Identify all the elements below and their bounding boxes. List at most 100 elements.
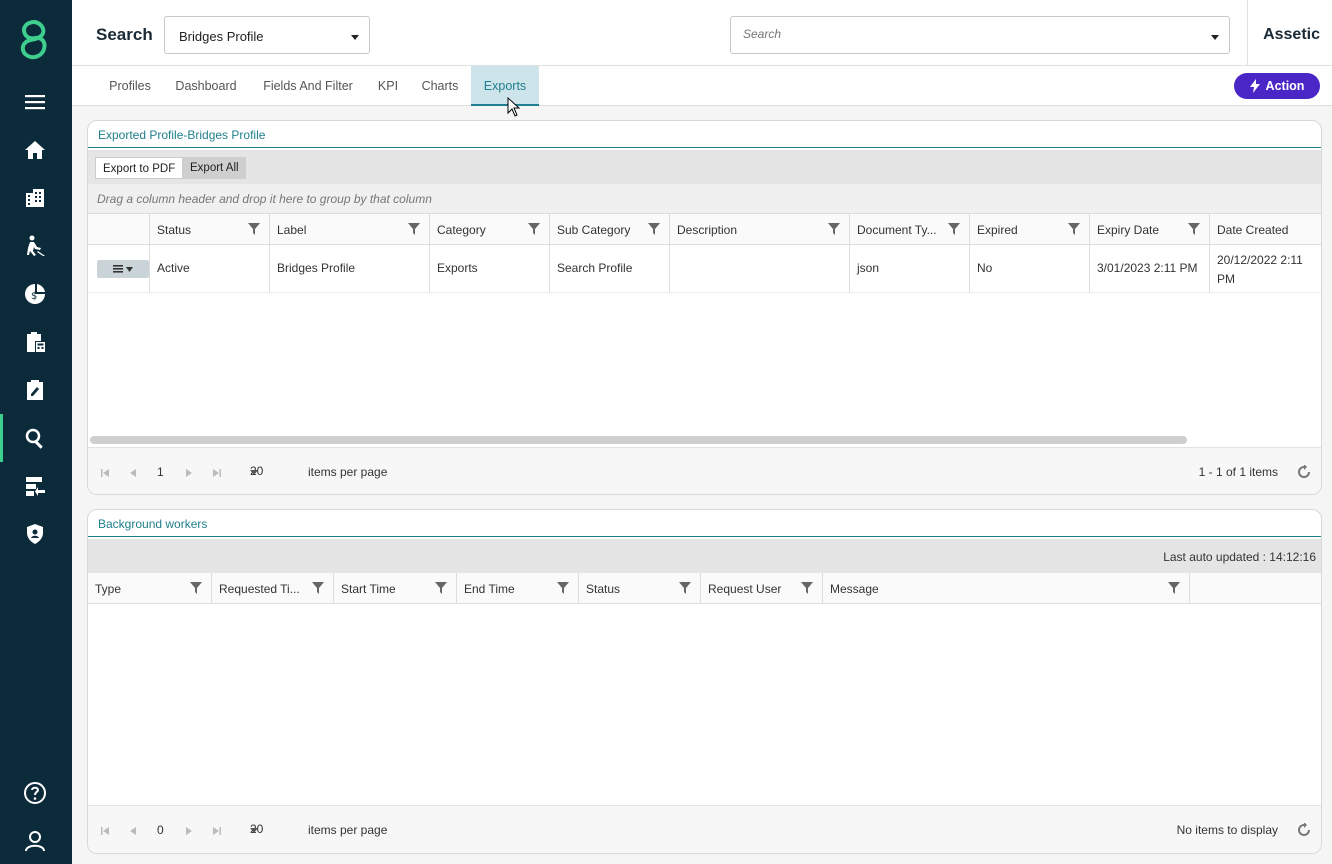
column-label: Sub Category bbox=[557, 223, 631, 237]
export-all-button[interactable]: Export All bbox=[183, 157, 246, 179]
header-divider bbox=[1247, 0, 1248, 66]
exports-grid-header: Status Label Category Sub Category Descr… bbox=[88, 214, 1321, 245]
column-header-expiry-date[interactable]: Expiry Date bbox=[1089, 214, 1209, 245]
hamburger-icon bbox=[113, 265, 123, 273]
cell-date-created: 20/12/2022 2:11 PM bbox=[1209, 245, 1321, 293]
exports-panel: Exported Profile-Bridges Profile Export … bbox=[87, 120, 1322, 495]
buildings-icon[interactable] bbox=[18, 181, 52, 215]
filter-icon[interactable] bbox=[528, 223, 540, 235]
refresh-icon[interactable] bbox=[1297, 822, 1311, 837]
column-header-status[interactable]: Status bbox=[578, 573, 700, 604]
help-icon[interactable] bbox=[18, 776, 52, 810]
export-pdf-button[interactable]: Export to PDF bbox=[95, 157, 184, 179]
cell-expiry-date: 3/01/2023 2:11 PM bbox=[1089, 245, 1209, 293]
filter-icon[interactable] bbox=[408, 223, 420, 235]
tab-bar: Profiles Dashboard Fields And Filter KPI… bbox=[72, 66, 1332, 106]
worker-icon[interactable] bbox=[18, 229, 52, 263]
column-header-description[interactable]: Description bbox=[669, 214, 849, 245]
column-header-label[interactable]: Label bbox=[269, 214, 429, 245]
filter-icon[interactable] bbox=[190, 582, 202, 594]
tab-fields-and-filter[interactable]: Fields And Filter bbox=[254, 66, 362, 106]
search-icon[interactable] bbox=[18, 421, 52, 455]
column-header-end-time[interactable]: End Time bbox=[456, 573, 578, 604]
page-size-select[interactable]: 20 bbox=[244, 818, 300, 842]
page-size-select[interactable]: 20 bbox=[244, 460, 300, 484]
filter-icon[interactable] bbox=[1188, 223, 1200, 235]
filter-icon[interactable] bbox=[435, 582, 447, 594]
column-header-type[interactable]: Type bbox=[88, 573, 211, 604]
items-per-page-label: items per page bbox=[308, 823, 388, 837]
previous-page-icon[interactable] bbox=[128, 825, 138, 835]
filter-icon[interactable] bbox=[648, 223, 660, 235]
cell-sub-category: Search Profile bbox=[549, 245, 669, 293]
column-header-actions bbox=[1189, 573, 1311, 604]
cell-status: Active bbox=[149, 245, 269, 293]
action-button[interactable]: Action bbox=[1234, 73, 1320, 99]
column-header-start-time[interactable]: Start Time bbox=[333, 573, 456, 604]
horizontal-scrollbar[interactable] bbox=[90, 436, 1187, 444]
last-page-icon[interactable] bbox=[212, 467, 222, 477]
filter-icon[interactable] bbox=[948, 223, 960, 235]
filter-icon[interactable] bbox=[828, 223, 840, 235]
filter-icon[interactable] bbox=[801, 582, 813, 594]
workers-panel-title: Background workers bbox=[98, 517, 208, 531]
filter-icon[interactable] bbox=[557, 582, 569, 594]
cell-category: Exports bbox=[429, 245, 549, 293]
filter-icon[interactable] bbox=[248, 223, 260, 235]
group-by-drop-area[interactable]: Drag a column header and drop it here to… bbox=[88, 184, 1321, 214]
tab-exports[interactable]: Exports bbox=[471, 66, 539, 106]
group-by-hint: Drag a column header and drop it here to… bbox=[97, 192, 432, 206]
profile-select[interactable]: Bridges Profile bbox=[164, 16, 370, 54]
action-button-label: Action bbox=[1265, 79, 1305, 93]
svg-text:$: $ bbox=[31, 291, 37, 302]
column-header-sub-category[interactable]: Sub Category bbox=[549, 214, 669, 245]
column-header-expired[interactable]: Expired bbox=[969, 214, 1089, 245]
current-page[interactable]: 0 bbox=[157, 823, 164, 837]
column-header-request-user[interactable]: Request User bbox=[700, 573, 822, 604]
workers-grid-header: Type Requested Ti... Start Time End Time… bbox=[88, 573, 1321, 604]
import-icon[interactable] bbox=[18, 469, 52, 503]
finance-icon[interactable]: $ bbox=[18, 277, 52, 311]
column-label: Status bbox=[586, 582, 621, 596]
column-header-category[interactable]: Category bbox=[429, 214, 549, 245]
column-header-document-type[interactable]: Document Ty... bbox=[849, 214, 969, 245]
filter-icon[interactable] bbox=[312, 582, 324, 594]
filter-icon[interactable] bbox=[679, 582, 691, 594]
column-header-message[interactable]: Message bbox=[822, 573, 1189, 604]
previous-page-icon[interactable] bbox=[128, 467, 138, 477]
next-page-icon[interactable] bbox=[184, 825, 194, 835]
clipboard-edit-icon[interactable] bbox=[18, 373, 52, 407]
assetic-logo-icon[interactable] bbox=[16, 18, 54, 62]
menu-icon[interactable] bbox=[18, 85, 52, 119]
home-icon[interactable] bbox=[18, 133, 52, 167]
refresh-icon[interactable] bbox=[1297, 464, 1311, 479]
filter-icon[interactable] bbox=[1068, 223, 1080, 235]
cell-text: 3/01/2023 2:11 PM bbox=[1097, 261, 1198, 275]
tab-kpi[interactable]: KPI bbox=[372, 66, 404, 106]
tab-profiles[interactable]: Profiles bbox=[98, 66, 162, 106]
cell-text: Search Profile bbox=[557, 261, 633, 275]
chevron-down-icon bbox=[250, 470, 258, 475]
row-actions-menu[interactable] bbox=[97, 260, 149, 278]
first-page-icon[interactable] bbox=[100, 467, 110, 477]
background-workers-panel: Background workers Last auto updated : 1… bbox=[87, 509, 1322, 854]
column-header-requested-time[interactable]: Requested Ti... bbox=[211, 573, 333, 604]
tab-dashboard[interactable]: Dashboard bbox=[168, 66, 244, 106]
clipboard-calc-icon[interactable] bbox=[18, 325, 52, 359]
chevron-down-icon[interactable] bbox=[1211, 35, 1219, 40]
column-label: Request User bbox=[708, 582, 782, 596]
global-search[interactable] bbox=[730, 16, 1230, 54]
user-icon[interactable] bbox=[18, 824, 52, 858]
search-input[interactable] bbox=[743, 27, 1183, 41]
first-page-icon[interactable] bbox=[100, 825, 110, 835]
table-row[interactable]: Active Bridges Profile Exports Search Pr… bbox=[88, 245, 1321, 293]
shield-user-icon[interactable] bbox=[18, 517, 52, 551]
column-header-status[interactable]: Status bbox=[149, 214, 269, 245]
current-page[interactable]: 1 bbox=[157, 465, 164, 479]
last-page-icon[interactable] bbox=[212, 825, 222, 835]
brand-name: Assetic bbox=[1263, 26, 1320, 43]
column-header-date-created[interactable]: Date Created bbox=[1209, 214, 1321, 245]
filter-icon[interactable] bbox=[1168, 582, 1180, 594]
tab-charts[interactable]: Charts bbox=[414, 66, 466, 106]
next-page-icon[interactable] bbox=[184, 467, 194, 477]
